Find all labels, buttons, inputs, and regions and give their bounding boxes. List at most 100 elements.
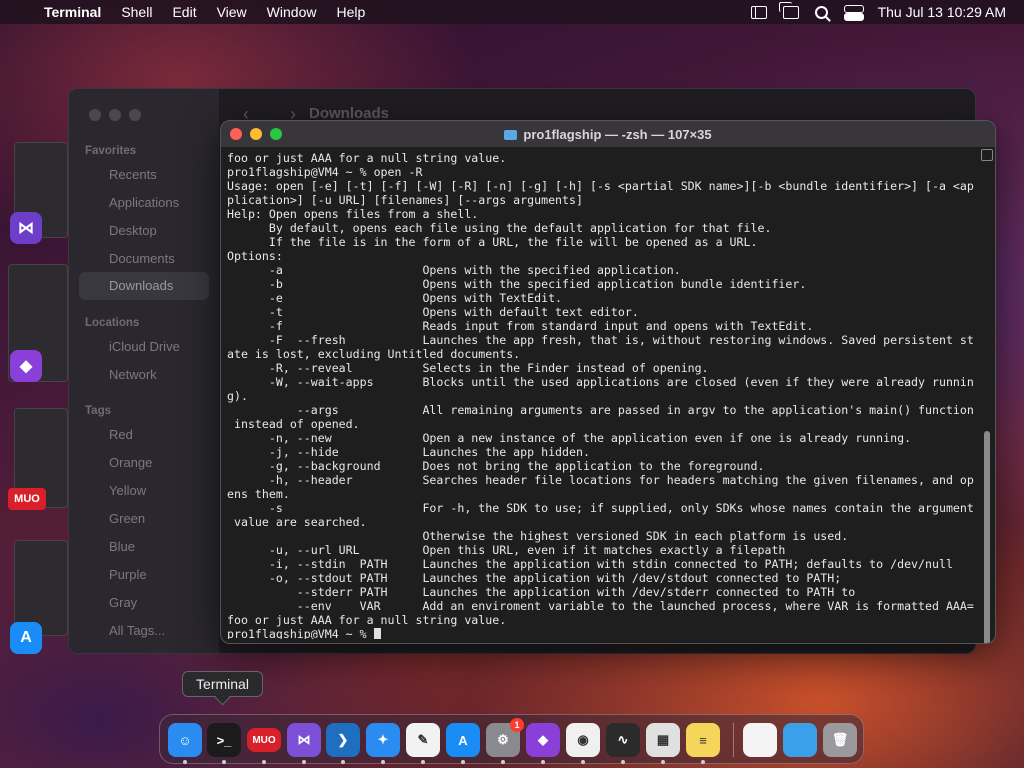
terminal-line: -f Reads input from standard input and o… [227, 319, 814, 333]
dock-trash-icon[interactable]: 🗑 [823, 723, 857, 757]
terminal-line: Otherwise the highest versioned SDK in e… [227, 529, 849, 543]
terminal-line: -s For -h, the SDK to use; if supplied, … [227, 501, 974, 515]
terminal-line: Usage: open [-e] [-t] [-f] [-W] [-R] [-n… [227, 179, 974, 193]
sidebar-item-recents[interactable]: Recents [109, 167, 157, 182]
terminal-line: -R, --reveal Selects in the Finder inste… [227, 361, 709, 375]
terminal-line: -o, --stdout PATH Launches the applicati… [227, 571, 842, 585]
menu-app-name[interactable]: Terminal [40, 4, 111, 20]
menu-shell[interactable]: Shell [111, 4, 162, 20]
dock-running-indicator [421, 760, 425, 764]
finder-zoom-button[interactable] [129, 109, 141, 121]
sidebar-tag-purple[interactable]: Purple [109, 567, 147, 582]
sidebar-item-network[interactable]: Network [109, 367, 157, 382]
finder-close-button[interactable] [89, 109, 101, 121]
scrollbar-toggle-button[interactable] [981, 149, 993, 161]
sidebar-tag-red[interactable]: Red [109, 427, 133, 442]
locations-header: Locations [85, 317, 140, 329]
dock-system-settings-icon[interactable]: ⚙ 1 [486, 718, 524, 757]
scrollbar-thumb[interactable] [984, 431, 990, 643]
visual-studio-icon: ⋈ [10, 212, 42, 244]
terminal-line: foo or just AAA for a null string value. [227, 151, 507, 165]
terminal-cursor [373, 628, 381, 639]
terminal-scrollbar[interactable] [981, 149, 993, 643]
screen-mirroring-icon[interactable] [778, 1, 799, 19]
terminal-line: instead of opened. [227, 417, 360, 431]
sidebar-item-downloads[interactable]: Downloads [79, 272, 209, 300]
terminal-minimize-button[interactable] [250, 128, 262, 140]
terminal-line: By default, opens each file using the de… [227, 221, 772, 235]
terminal-line: plication>] [-u URL] [filenames] [--args… [227, 193, 583, 207]
stage-manager-icon[interactable] [750, 5, 767, 19]
menu-clock[interactable]: Thu Jul 13 10:29 AM [878, 4, 1006, 20]
menu-window[interactable]: Window [257, 4, 327, 20]
terminal-line: -b Opens with the specified application … [227, 277, 807, 291]
dock-running-indicator [302, 760, 306, 764]
dock-downloads-folder-icon[interactable] [783, 723, 817, 757]
sidebar-item-applications[interactable]: Applications [109, 195, 179, 210]
dock-vscode-icon[interactable]: ❯ [326, 723, 360, 757]
app-store-icon: A [10, 622, 42, 654]
finder-minimize-button[interactable] [109, 109, 121, 121]
terminal-traffic-lights [230, 128, 282, 140]
dock-notes-icon[interactable]: ≡ [686, 723, 720, 757]
sidebar-tag-orange[interactable]: Orange [109, 455, 152, 470]
menu-edit[interactable]: Edit [162, 4, 206, 20]
terminal-close-button[interactable] [230, 128, 242, 140]
sidebar-item-desktop[interactable]: Desktop [109, 223, 157, 238]
terminal-line: pro1flagship@VM4 ~ % [227, 627, 977, 639]
sidebar-tag-yellow[interactable]: Yellow [109, 483, 146, 498]
dock-safari-icon[interactable]: ✦ [366, 723, 400, 757]
dock-chrome-icon[interactable]: ◉ [566, 723, 600, 757]
finder-sidebar: Favorites Recents Applications Desktop D… [69, 89, 219, 653]
control-center-icon[interactable] [843, 5, 864, 21]
menu-view[interactable]: View [207, 4, 257, 20]
terminal-line: Options: [227, 249, 283, 263]
dock-finder-icon[interactable]: ☺ [168, 723, 202, 757]
menu-help[interactable]: Help [326, 4, 375, 20]
terminal-line: --stderr PATH Launches the application w… [227, 585, 856, 599]
folder-icon [504, 130, 518, 140]
terminal-zoom-button[interactable] [270, 128, 282, 140]
tags-header: Tags [85, 405, 111, 417]
shortcuts-icon: ◆ [10, 350, 42, 382]
terminal-line: -i, --stdin PATH Launches the applicatio… [227, 557, 953, 571]
terminal-window[interactable]: pro1flagship — -zsh — 107×35 foo or just… [220, 120, 996, 644]
sidebar-tag-gray[interactable]: Gray [109, 595, 137, 610]
spotlight-search-icon[interactable] [814, 5, 828, 19]
terminal-line: -F --fresh Launches the app fresh, that … [227, 333, 974, 347]
terminal-line: value are searched. [227, 515, 367, 529]
terminal-line: -e Opens with TextEdit. [227, 291, 563, 305]
dock-terminal-icon[interactable]: >_ [207, 723, 241, 757]
terminal-output[interactable]: foo or just AAA for a null string value.… [227, 151, 977, 639]
dock-document-icon[interactable] [743, 723, 777, 757]
terminal-line: ate is lost, excluding Untitled document… [227, 347, 521, 361]
terminal-line: -u, --url URL Open this URL, even if it … [227, 543, 786, 557]
muo-icon: MUO [8, 488, 46, 510]
dock-running-indicator [701, 760, 705, 764]
dock-running-indicator [661, 760, 665, 764]
dock-running-indicator [262, 760, 266, 764]
dock-muo-icon[interactable]: MUO [247, 728, 281, 752]
terminal-line: -j, --hide Launches the app hidden. [227, 445, 590, 459]
dock-app-store-icon[interactable]: A [446, 723, 480, 757]
dock-launchpad-icon[interactable]: ▦ [646, 723, 680, 757]
menu-bar: Terminal Shell Edit View Window Help Thu… [0, 0, 1024, 24]
dock-shortcuts-icon[interactable]: ◆ [526, 723, 560, 757]
sidebar-item-icloud-drive[interactable]: iCloud Drive [109, 339, 180, 354]
sidebar-tag-blue[interactable]: Blue [109, 539, 135, 554]
terminal-title: pro1flagship — -zsh — 107×35 [523, 126, 712, 142]
dock-activity-monitor-icon[interactable]: ∿ [606, 723, 640, 757]
terminal-line: --args All remaining arguments are passe… [227, 403, 974, 417]
sidebar-item-documents[interactable]: Documents [109, 251, 175, 266]
terminal-line: foo or just AAA for a null string value. [227, 613, 507, 627]
sidebar-all-tags[interactable]: All Tags... [109, 623, 165, 638]
terminal-line: -h, --header Searches header file locati… [227, 473, 974, 487]
dock-running-indicator [541, 760, 545, 764]
finder-traffic-lights [89, 109, 141, 121]
terminal-line: pro1flagship@VM4 ~ % open -R [227, 165, 423, 179]
dock-visual-studio-icon[interactable]: ⋈ [287, 723, 321, 757]
terminal-titlebar[interactable]: pro1flagship — -zsh — 107×35 [221, 121, 995, 147]
sidebar-tag-green[interactable]: Green [109, 511, 145, 526]
dock-freeform-icon[interactable]: ✎ [406, 723, 440, 757]
dock-running-indicator [222, 760, 226, 764]
